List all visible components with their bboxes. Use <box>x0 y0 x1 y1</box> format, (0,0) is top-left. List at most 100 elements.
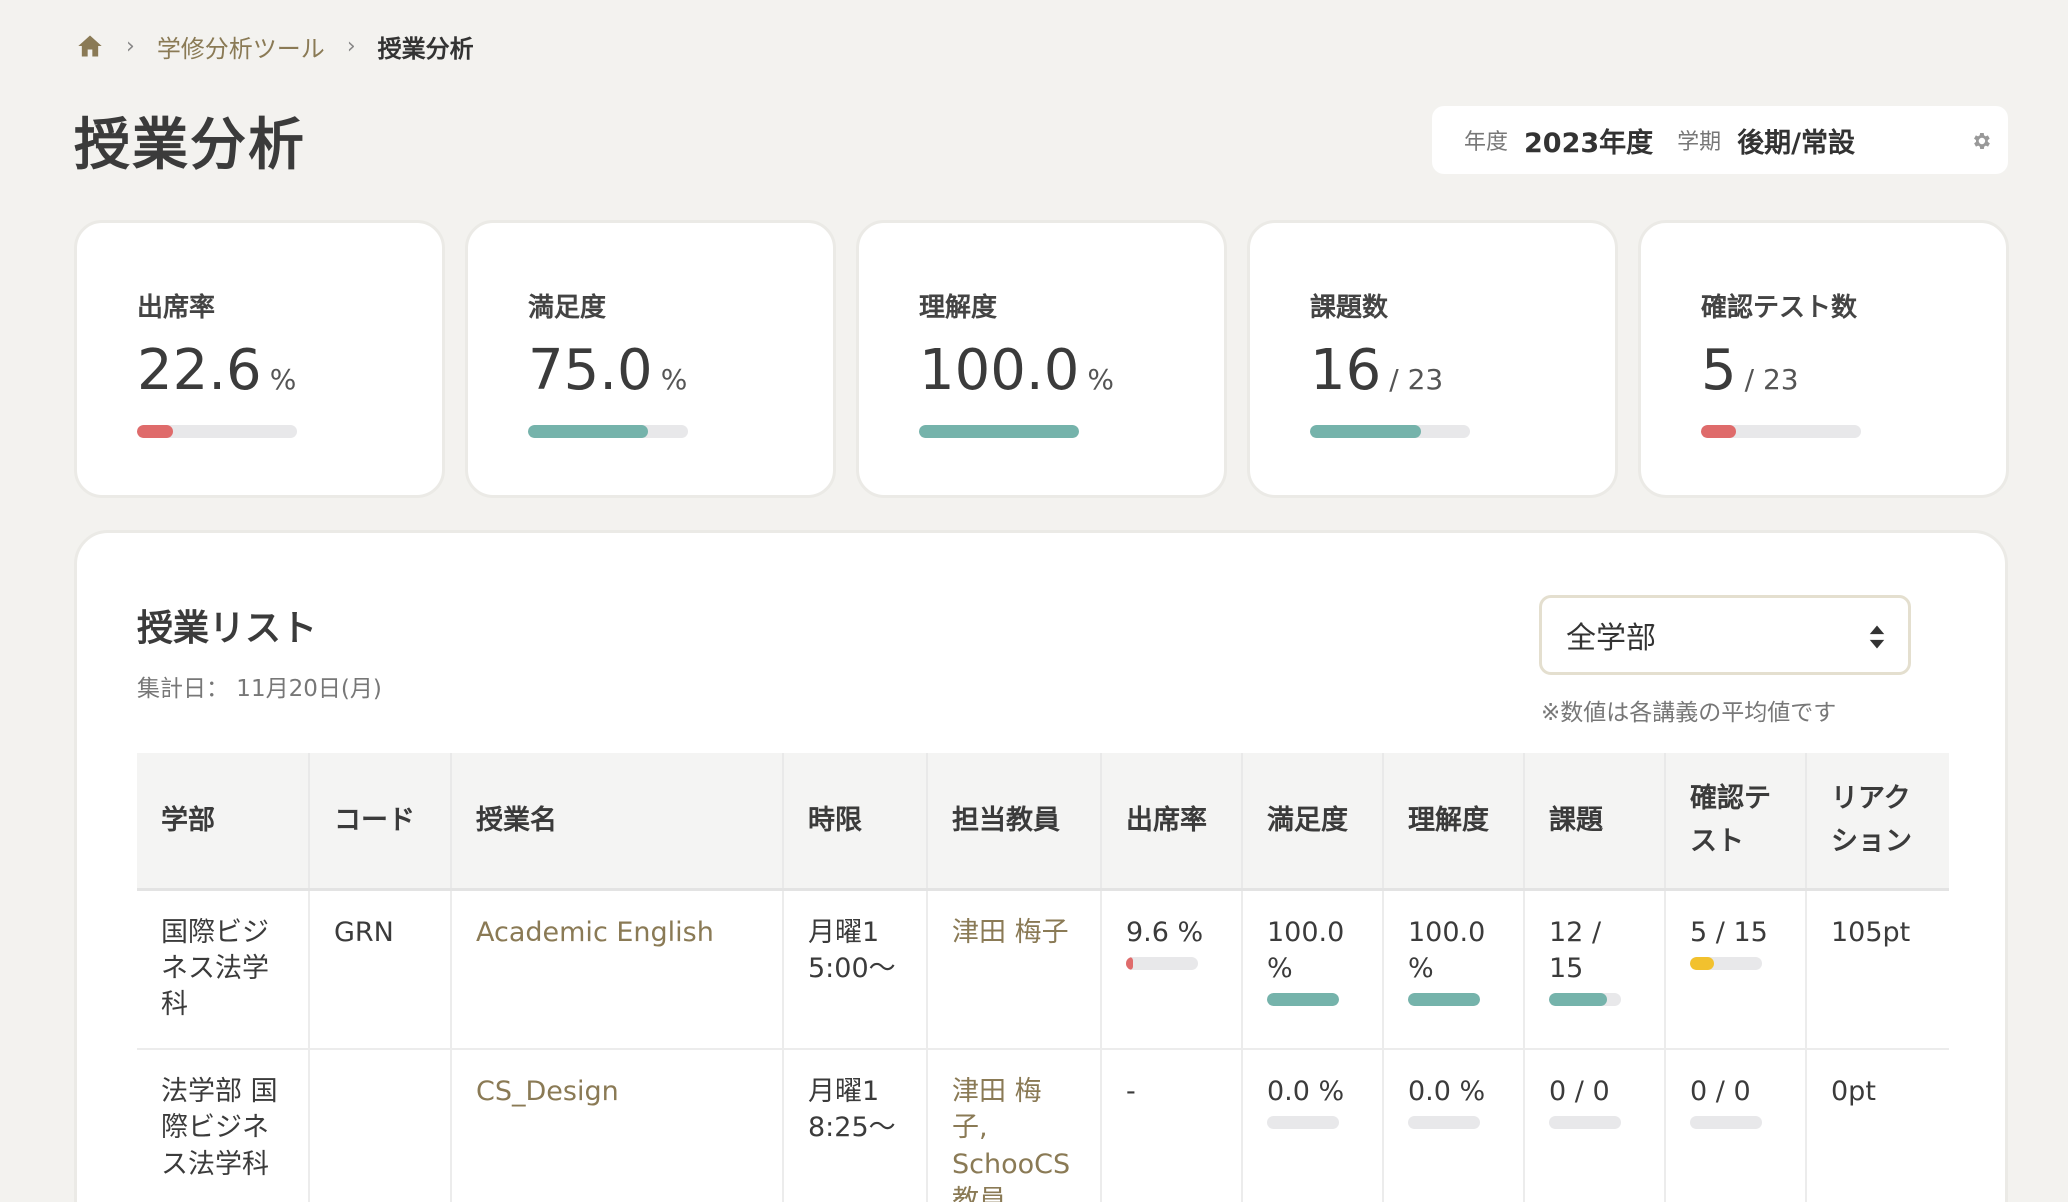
aggregation-date: 集計日： 11月20日(月) <box>137 676 382 702</box>
stat-card-understanding: 理解度 100.0% <box>856 220 1227 498</box>
teacher-link[interactable]: 津田 梅子 <box>952 917 1069 948</box>
year-label: 年度 <box>1464 130 1509 155</box>
col-header-understanding[interactable]: 理解度 <box>1383 753 1525 891</box>
cell-code: GRN <box>309 889 452 1050</box>
tests-bar <box>1690 1116 1762 1130</box>
stat-unit: % <box>660 363 688 396</box>
tasks-value: 0 / 0 <box>1549 1076 1610 1107</box>
cell-dept: 国際ビジネス法学科 <box>137 889 310 1050</box>
stat-value: 22.6 <box>137 338 262 403</box>
breadcrumb: › 学修分析ツール › 授業分析 <box>76 28 474 64</box>
stat-progress-fill <box>1310 425 1422 438</box>
stat-label: 理解度 <box>919 293 998 323</box>
stat-value: 5 <box>1701 338 1737 403</box>
cell-teacher: 津田 梅子 <box>927 889 1102 1050</box>
attendance-value: - <box>1126 1076 1136 1107</box>
stat-card-tasks: 課題数 16/ 23 <box>1247 220 1618 498</box>
stat-unit: % <box>1087 363 1114 396</box>
breadcrumb-link-tool[interactable]: 学修分析ツール <box>157 29 325 64</box>
stat-card-satisfaction: 満足度 75.0% <box>465 220 836 498</box>
term-selector[interactable]: 年度 2023年度 学期 後期/常設 <box>1432 106 2008 174</box>
stat-value: 16 <box>1310 338 1382 403</box>
cell-attendance: 9.6 % <box>1101 889 1243 1050</box>
class-list-title: 授業リスト <box>137 608 318 649</box>
term-value: 後期/常設 <box>1737 127 1856 159</box>
table-row[interactable]: 法学部 国際ビジネス法学科 CS_Design 月曜1 8:25〜 津田 梅子,… <box>137 1049 1949 1202</box>
cell-name: CS_Design <box>451 1049 784 1202</box>
tasks-fill <box>1549 993 1607 1007</box>
cell-period: 月曜1 8:25〜 <box>783 1049 928 1202</box>
class-name-link[interactable]: CS_Design <box>476 1076 619 1107</box>
cell-reaction: 0pt <box>1806 1049 1949 1202</box>
stat-label: 出席率 <box>137 293 216 323</box>
col-header-teacher[interactable]: 担当教員 <box>927 753 1102 891</box>
understanding-bar <box>1408 993 1480 1007</box>
average-note: ※数値は各講義の平均値です <box>1541 700 1837 726</box>
stat-unit: % <box>269 363 297 396</box>
gear-icon[interactable] <box>1970 130 1992 152</box>
home-icon[interactable] <box>76 32 104 60</box>
tests-bar <box>1690 956 1762 970</box>
col-header-code[interactable]: コード <box>309 753 452 891</box>
understanding-fill <box>1408 993 1480 1007</box>
understanding-value: 0.0 % <box>1408 1076 1486 1107</box>
stat-progress-bar <box>1310 425 1470 438</box>
stat-card-tests: 確認テスト数 5/ 23 <box>1638 220 2009 498</box>
col-header-satisfaction[interactable]: 満足度 <box>1242 753 1384 891</box>
stat-unit: / 23 <box>1744 363 1799 396</box>
stat-progress-bar <box>919 425 1079 438</box>
department-select[interactable]: 全学部 <box>1539 595 1911 675</box>
stat-card-attendance: 出席率 22.6% <box>74 220 445 498</box>
stat-progress-bar <box>528 425 688 438</box>
class-list-panel: 授業リスト 集計日： 11月20日(月) 全学部 ※数値は各講義の平均値です 学… <box>74 530 2008 1202</box>
cell-period: 月曜1 5:00〜 <box>783 889 928 1050</box>
term-label: 学期 <box>1677 130 1722 155</box>
col-header-dept[interactable]: 学部 <box>137 753 310 891</box>
col-header-period[interactable]: 時限 <box>783 753 928 891</box>
tasks-bar <box>1549 1116 1621 1130</box>
cell-name: Academic English <box>451 889 784 1050</box>
attendance-value: 9.6 % <box>1126 916 1204 948</box>
cell-attendance: - <box>1101 1049 1243 1202</box>
stat-label: 満足度 <box>528 293 607 323</box>
breadcrumb-current: 授業分析 <box>377 34 474 63</box>
tasks-bar <box>1549 993 1621 1007</box>
stat-cards: 出席率 22.6% 満足度 75.0% 理解度 100.0% 課題数 16/ 2… <box>74 220 2009 498</box>
col-header-tests[interactable]: 確認テスト <box>1665 753 1807 891</box>
class-table: 学部 コード 授業名 時限 担当教員 出席率 満足度 理解度 課題 確認テスト … <box>137 753 1949 1202</box>
stat-value: 75.0 <box>528 338 653 403</box>
page: › 学修分析ツール › 授業分析 授業分析 年度 2023年度 学期 後期/常設… <box>0 0 2068 1202</box>
satisfaction-bar <box>1267 993 1339 1007</box>
teacher-link[interactable]: 津田 梅子, SchooCS 教員 <box>952 1076 1070 1202</box>
table-header-row: 学部 コード 授業名 時限 担当教員 出席率 満足度 理解度 課題 確認テスト … <box>137 753 1949 891</box>
stat-label: 確認テスト数 <box>1701 293 1858 323</box>
table-row[interactable]: 国際ビジネス法学科 GRN Academic English 月曜1 5:00〜… <box>137 889 1949 1050</box>
col-header-attendance[interactable]: 出席率 <box>1101 753 1243 891</box>
select-arrows-icon <box>1869 625 1885 649</box>
stat-progress-bar <box>137 425 297 438</box>
col-header-tasks[interactable]: 課題 <box>1524 753 1666 891</box>
cell-reaction: 105pt <box>1806 889 1949 1050</box>
cell-tasks: 12 / 15 <box>1524 889 1666 1050</box>
understanding-value: 100.0 % <box>1408 916 1486 984</box>
col-header-reaction[interactable]: リアクション <box>1806 753 1949 891</box>
chevron-right-icon: › <box>126 33 135 59</box>
department-select-value: 全学部 <box>1566 621 1656 656</box>
class-name-link[interactable]: Academic English <box>476 917 714 948</box>
stat-value: 100.0 <box>919 338 1080 403</box>
stat-progress-fill <box>1701 425 1736 438</box>
stat-progress-bar <box>1701 425 1861 438</box>
cell-satisfaction: 0.0 % <box>1242 1049 1384 1202</box>
cell-tests: 5 / 15 <box>1665 889 1807 1050</box>
cell-tests: 0 / 0 <box>1665 1049 1807 1202</box>
satisfaction-value: 0.0 % <box>1267 1076 1345 1107</box>
cell-dept: 法学部 国際ビジネス法学科 <box>137 1049 310 1202</box>
col-header-name[interactable]: 授業名 <box>451 753 784 891</box>
tests-value: 5 / 15 <box>1690 916 1768 948</box>
attendance-fill <box>1126 956 1133 970</box>
page-title: 授業分析 <box>74 113 306 178</box>
understanding-bar <box>1408 1116 1480 1130</box>
stat-progress-fill <box>528 425 648 438</box>
stat-progress-fill <box>137 425 174 438</box>
chevron-right-icon: › <box>346 33 356 59</box>
